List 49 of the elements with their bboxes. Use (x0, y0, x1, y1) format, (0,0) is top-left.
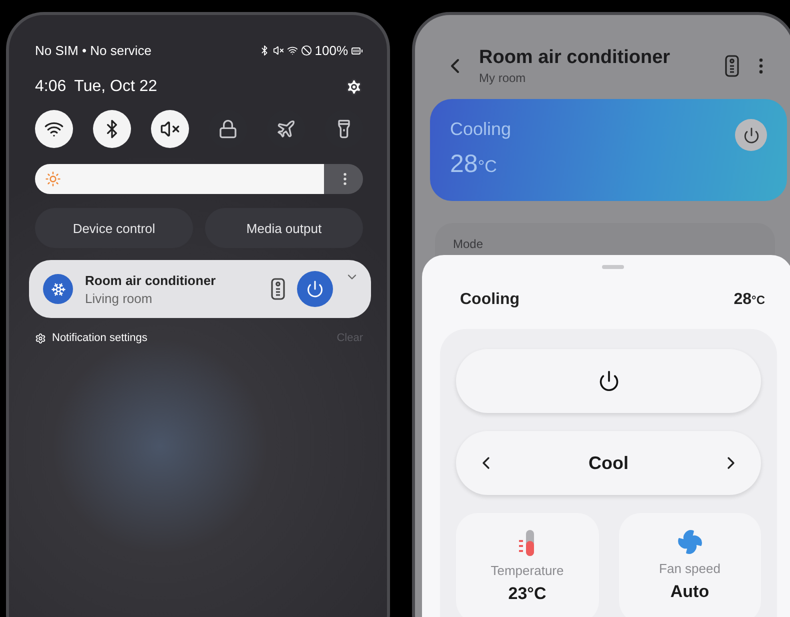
room-subtitle: My room (479, 71, 527, 85)
sheet-temperature: 28°C (734, 291, 765, 309)
battery-icon (351, 44, 363, 56)
notification-card[interactable]: Room air conditioner Living room (29, 260, 371, 318)
notification-settings-link[interactable]: Notification settings (52, 332, 148, 344)
blocked-icon (300, 45, 312, 56)
airplane-icon (276, 119, 296, 139)
clock-time: 4:06 (35, 78, 66, 96)
fan-icon (676, 529, 703, 555)
shortcut-button[interactable]: Media output (205, 208, 363, 248)
tile-value: Auto (670, 582, 710, 602)
power-icon (598, 370, 620, 392)
remote-icon[interactable] (271, 278, 285, 300)
temperature-tile[interactable]: Temperature 23°C (456, 513, 598, 617)
mode-selector[interactable]: Cool (456, 431, 761, 495)
power-icon (742, 126, 760, 144)
shortcut-button[interactable]: Device control (35, 208, 193, 248)
snowflake-icon (43, 274, 73, 304)
bluetooth-icon (258, 45, 270, 56)
sheet-handle[interactable] (602, 265, 624, 269)
battery-percent: 100% (314, 43, 348, 58)
power-icon (306, 280, 324, 298)
brightness-icon (45, 171, 61, 187)
settings-icon[interactable] (345, 78, 363, 96)
remote-icon[interactable] (725, 55, 739, 77)
settings-icon (35, 332, 46, 344)
mode-value: Cool (588, 452, 628, 474)
sheet-status: Cooling (460, 291, 520, 309)
power-button[interactable] (735, 119, 767, 151)
mute-toggle[interactable] (151, 110, 189, 148)
notification-subtitle: Living room (85, 290, 154, 306)
cooling-status: Cooling (450, 119, 512, 140)
mode-label: Mode (453, 237, 484, 251)
tile-value: 23°C (508, 584, 546, 604)
mute-icon (160, 119, 180, 139)
wifi-icon (286, 45, 298, 56)
temperature-reading: 28°C (450, 150, 498, 179)
power-button[interactable] (297, 271, 333, 307)
carrier-text: No SIM • No service (35, 43, 152, 58)
wifi-toggle[interactable] (35, 110, 73, 148)
tile-label: Temperature (490, 563, 564, 578)
device-title: Room air conditioner (479, 47, 672, 69)
lock-icon (218, 119, 238, 139)
fan-tile[interactable]: Fan speed Auto (618, 513, 761, 617)
tile-label: Fan speed (659, 561, 720, 576)
mute-icon (272, 45, 284, 56)
bluetooth-toggle[interactable] (93, 110, 131, 148)
clock-date: Tue, Oct 22 (74, 78, 158, 96)
notification-title: Room air conditioner (85, 272, 217, 288)
